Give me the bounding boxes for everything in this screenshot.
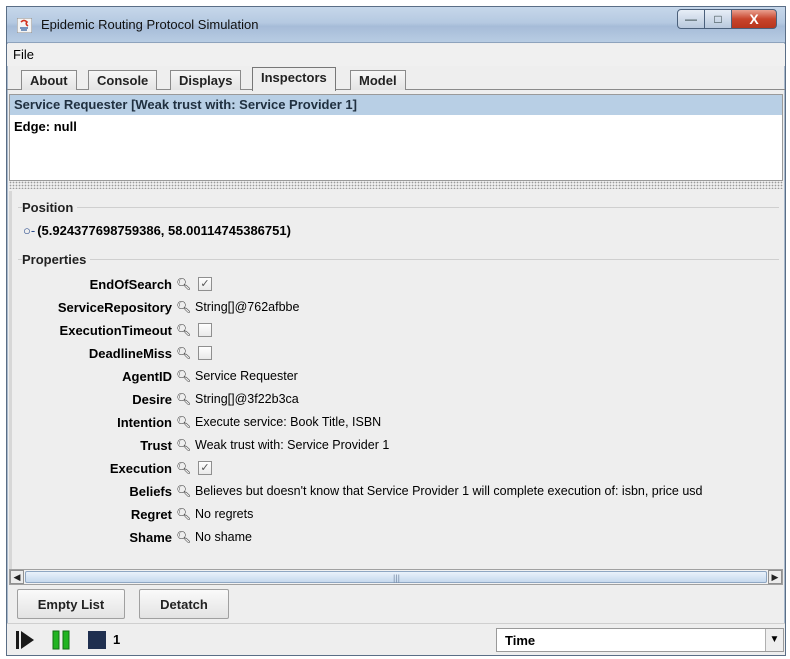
tab-model[interactable]: Model xyxy=(350,70,406,90)
property-row-deadlinemiss: DeadlineMiss 🔍︎ xyxy=(12,343,782,366)
split-pane-divider[interactable] xyxy=(9,181,783,189)
property-value: Weak trust with: Service Provider 1 xyxy=(195,438,390,452)
property-label: Execution xyxy=(109,461,172,476)
property-row-agentid: AgentID 🔍︎ Service Requester xyxy=(12,366,782,389)
property-row-execution: Execution 🔍︎ ✓ xyxy=(12,458,782,481)
title-bar[interactable]: Epidemic Routing Protocol Simulation — □… xyxy=(7,7,785,43)
property-row-desire: Desire 🔍︎ String[]@3f22b3ca xyxy=(12,389,782,412)
position-coordinates: (5.924377698759386, 58.00114745386751) xyxy=(37,223,291,238)
scroll-left-icon[interactable]: ◀ xyxy=(10,570,24,584)
step-count: 1 xyxy=(113,632,121,647)
section-divider xyxy=(18,207,779,208)
tab-displays[interactable]: Displays xyxy=(170,70,242,90)
simulation-control-bar: 1 Time ▼ xyxy=(7,623,785,655)
link-icon: ○- xyxy=(23,223,36,238)
list-item[interactable]: Edge: null xyxy=(14,119,77,134)
property-row-intention: Intention 🔍︎ Execute service: Book Title… xyxy=(12,412,782,435)
magnifier-icon[interactable]: 🔍︎ xyxy=(176,392,191,406)
property-label: Intention xyxy=(117,415,172,430)
property-label: Desire xyxy=(132,392,172,407)
magnifier-icon[interactable]: 🔍︎ xyxy=(176,438,191,452)
maximize-button[interactable]: □ xyxy=(704,9,732,29)
property-row-executiontimeout: ExecutionTimeout 🔍︎ xyxy=(12,320,782,343)
chevron-down-icon[interactable]: ▼ xyxy=(765,629,783,651)
execution-checkbox[interactable]: ✓ xyxy=(198,461,212,475)
tab-about[interactable]: About xyxy=(21,70,77,90)
property-value: String[]@3f22b3ca xyxy=(195,392,299,406)
property-value: No shame xyxy=(195,530,252,544)
magnifier-icon[interactable]: 🔍︎ xyxy=(176,507,191,521)
window-controls: — □ X xyxy=(677,9,777,30)
time-select-value: Time xyxy=(505,633,536,648)
property-value: String[]@762afbbe xyxy=(195,300,300,314)
inspector-list: Service Requester [Weak trust with: Serv… xyxy=(9,94,783,181)
property-row-trust: Trust 🔍︎ Weak trust with: Service Provid… xyxy=(12,435,782,458)
deadlinemiss-checkbox[interactable] xyxy=(198,346,212,360)
detatch-button[interactable]: Detatch xyxy=(139,589,229,619)
magnifier-icon[interactable]: 🔍︎ xyxy=(176,300,191,314)
tab-console[interactable]: Console xyxy=(88,70,158,90)
java-app-icon xyxy=(17,18,32,33)
magnifier-icon[interactable]: 🔍︎ xyxy=(176,415,191,429)
window-title: Epidemic Routing Protocol Simulation xyxy=(41,17,259,32)
property-value: Execute service: Book Title, ISBN xyxy=(195,415,382,429)
inspector-panel: Position ○- (5.924377698759386, 58.001147… xyxy=(9,191,783,569)
minimize-button[interactable]: — xyxy=(677,9,705,29)
property-row-servicerepository: ServiceRepository 🔍︎ String[]@762afbbe xyxy=(12,297,782,320)
property-label: Beliefs xyxy=(129,484,172,499)
magnifier-icon[interactable]: 🔍︎ xyxy=(176,369,191,383)
position-section-title: Position xyxy=(22,200,78,215)
property-row-endofsearch: EndOfSearch 🔍︎ ✓ xyxy=(12,274,782,297)
endofsearch-checkbox[interactable]: ✓ xyxy=(198,277,212,291)
scroll-right-icon[interactable]: ▶ xyxy=(768,570,782,584)
tab-inspectors[interactable]: Inspectors xyxy=(252,67,336,91)
magnifier-icon[interactable]: 🔍︎ xyxy=(176,461,191,475)
property-value: Believes but doesn't know that Service P… xyxy=(195,484,703,498)
menu-bar: File xyxy=(7,44,785,66)
magnifier-icon[interactable]: 🔍︎ xyxy=(176,484,191,498)
property-label: Regret xyxy=(130,507,172,522)
property-row-shame: Shame 🔍︎ No shame xyxy=(12,527,782,550)
grip-icon: ||| xyxy=(393,573,401,583)
property-label: EndOfSearch xyxy=(89,277,172,292)
close-button[interactable]: X xyxy=(731,9,777,29)
play-icon[interactable] xyxy=(15,630,35,650)
tab-strip: About Console Displays Inspectors Model xyxy=(7,66,785,91)
property-label: Shame xyxy=(129,530,172,545)
property-value: No regrets xyxy=(195,507,254,521)
property-label: DeadlineMiss xyxy=(88,346,172,361)
section-divider xyxy=(18,259,779,260)
position-value: ○- (5.924377698759386, 58.00114745386751) xyxy=(23,223,291,238)
property-label: Trust xyxy=(140,438,172,453)
properties-section-title: Properties xyxy=(22,252,91,267)
property-row-beliefs: Beliefs 🔍︎ Believes but doesn't know tha… xyxy=(12,481,782,504)
magnifier-icon[interactable]: 🔍︎ xyxy=(176,277,191,291)
property-value: Service Requester xyxy=(195,369,298,383)
property-row-regret: Regret 🔍︎ No regrets xyxy=(12,504,782,527)
property-label: AgentID xyxy=(122,369,172,384)
time-display-select[interactable]: Time ▼ xyxy=(496,628,784,652)
scrollbar-thumb[interactable]: ||| xyxy=(25,571,767,583)
property-label: ExecutionTimeout xyxy=(59,323,172,338)
magnifier-icon[interactable]: 🔍︎ xyxy=(176,323,191,337)
pause-icon[interactable] xyxy=(51,630,71,650)
executiontimeout-checkbox[interactable] xyxy=(198,323,212,337)
menu-file[interactable]: File xyxy=(13,47,34,62)
stop-icon[interactable] xyxy=(87,630,107,650)
list-item-selected[interactable]: Service Requester [Weak trust with: Serv… xyxy=(10,95,782,115)
app-window: Epidemic Routing Protocol Simulation — □… xyxy=(6,6,786,656)
empty-list-button[interactable]: Empty List xyxy=(17,589,125,619)
magnifier-icon[interactable]: 🔍︎ xyxy=(176,530,191,544)
magnifier-icon[interactable]: 🔍︎ xyxy=(176,346,191,360)
horizontal-scrollbar[interactable]: ◀ ||| ▶ xyxy=(9,569,783,585)
property-label: ServiceRepository xyxy=(57,300,172,315)
